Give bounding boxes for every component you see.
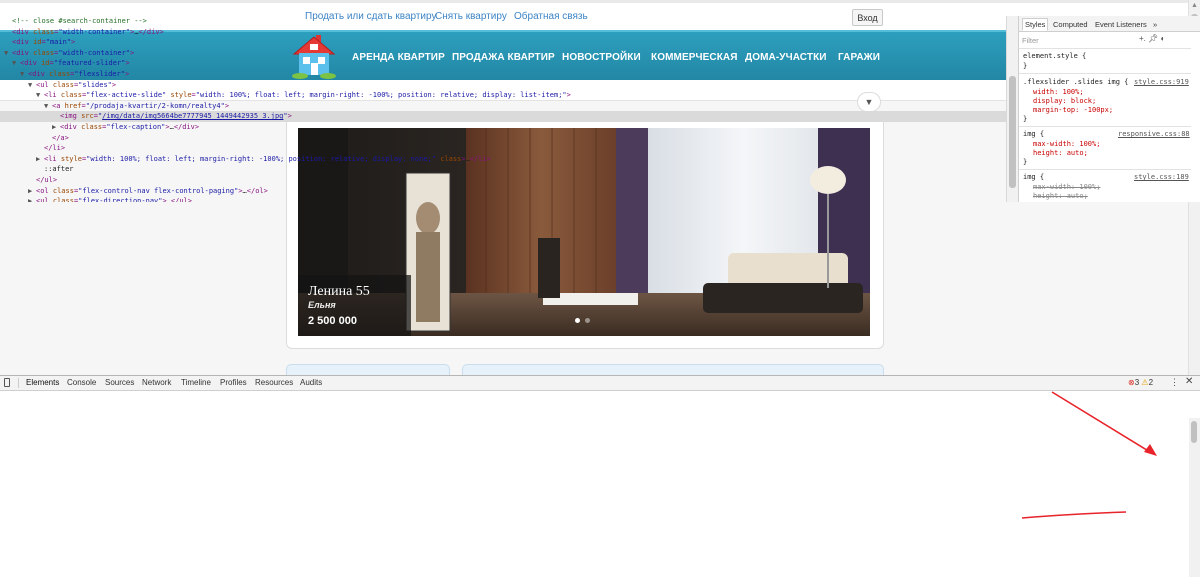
annotation-arrow-head bbox=[1144, 444, 1157, 456]
annotation-underline bbox=[1021, 511, 1127, 519]
annotation-overlay bbox=[1021, 391, 1157, 519]
annotation-arrow-line bbox=[1051, 391, 1151, 453]
